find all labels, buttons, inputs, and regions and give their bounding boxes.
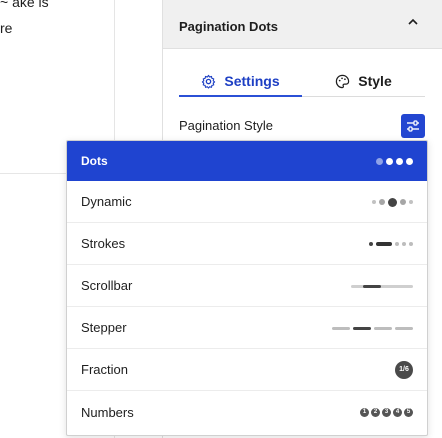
chevron-up-icon[interactable] xyxy=(407,16,419,28)
option-scrollbar[interactable]: Scrollbar xyxy=(67,265,427,307)
pagination-style-label: Pagination Style xyxy=(179,118,273,133)
option-label: Strokes xyxy=(81,236,126,251)
option-stepper[interactable]: Stepper xyxy=(67,307,427,349)
palette-icon xyxy=(336,74,350,88)
option-numbers[interactable]: Numbers 1 2 3 4 5 xyxy=(67,391,427,433)
strokes-preview xyxy=(366,223,413,265)
gear-icon xyxy=(202,74,216,89)
numbers-preview: 1 2 3 4 5 xyxy=(358,391,413,433)
option-label: Dynamic xyxy=(81,194,132,209)
stepper-preview xyxy=(329,307,413,349)
pagination-style-dropdown: Dots Dynamic Strokes Scrollbar Stepper F… xyxy=(66,140,428,436)
fraction-preview: 1/6 xyxy=(395,349,413,391)
scrollbar-preview xyxy=(351,265,413,307)
canvas-text-line: ~ ake is xyxy=(0,0,49,10)
tab-settings[interactable]: Settings xyxy=(179,66,302,96)
active-tab-indicator xyxy=(179,95,302,97)
number-badge: 2 xyxy=(371,407,380,417)
divider xyxy=(302,96,425,97)
canvas-text-line: re xyxy=(0,20,13,36)
number-badge: 1 xyxy=(360,407,369,417)
number-badge: 5 xyxy=(404,407,413,417)
option-label: Dots xyxy=(81,154,108,168)
number-badge: 3 xyxy=(382,407,391,417)
sliders-icon xyxy=(407,120,419,132)
panel-header[interactable]: Pagination Dots xyxy=(163,0,442,49)
option-fraction[interactable]: Fraction 1/6 xyxy=(67,349,427,391)
option-dots[interactable]: Dots xyxy=(67,141,427,181)
pagination-style-settings-button[interactable] xyxy=(401,114,425,138)
option-label: Numbers xyxy=(81,404,134,420)
tab-label: Style xyxy=(358,73,392,89)
dots-preview xyxy=(373,141,413,181)
number-badge: 4 xyxy=(393,407,402,417)
tab-label: Settings xyxy=(224,73,280,89)
option-label: Stepper xyxy=(81,320,127,335)
option-label: Scrollbar xyxy=(81,278,133,293)
option-label: Fraction xyxy=(81,362,128,377)
divider xyxy=(0,173,66,174)
fraction-badge: 1/6 xyxy=(395,361,413,379)
tab-style[interactable]: Style xyxy=(302,66,425,96)
option-dynamic[interactable]: Dynamic xyxy=(67,181,427,223)
panel-title: Pagination Dots xyxy=(179,19,278,34)
dynamic-preview xyxy=(369,181,413,223)
option-strokes[interactable]: Strokes xyxy=(67,223,427,265)
